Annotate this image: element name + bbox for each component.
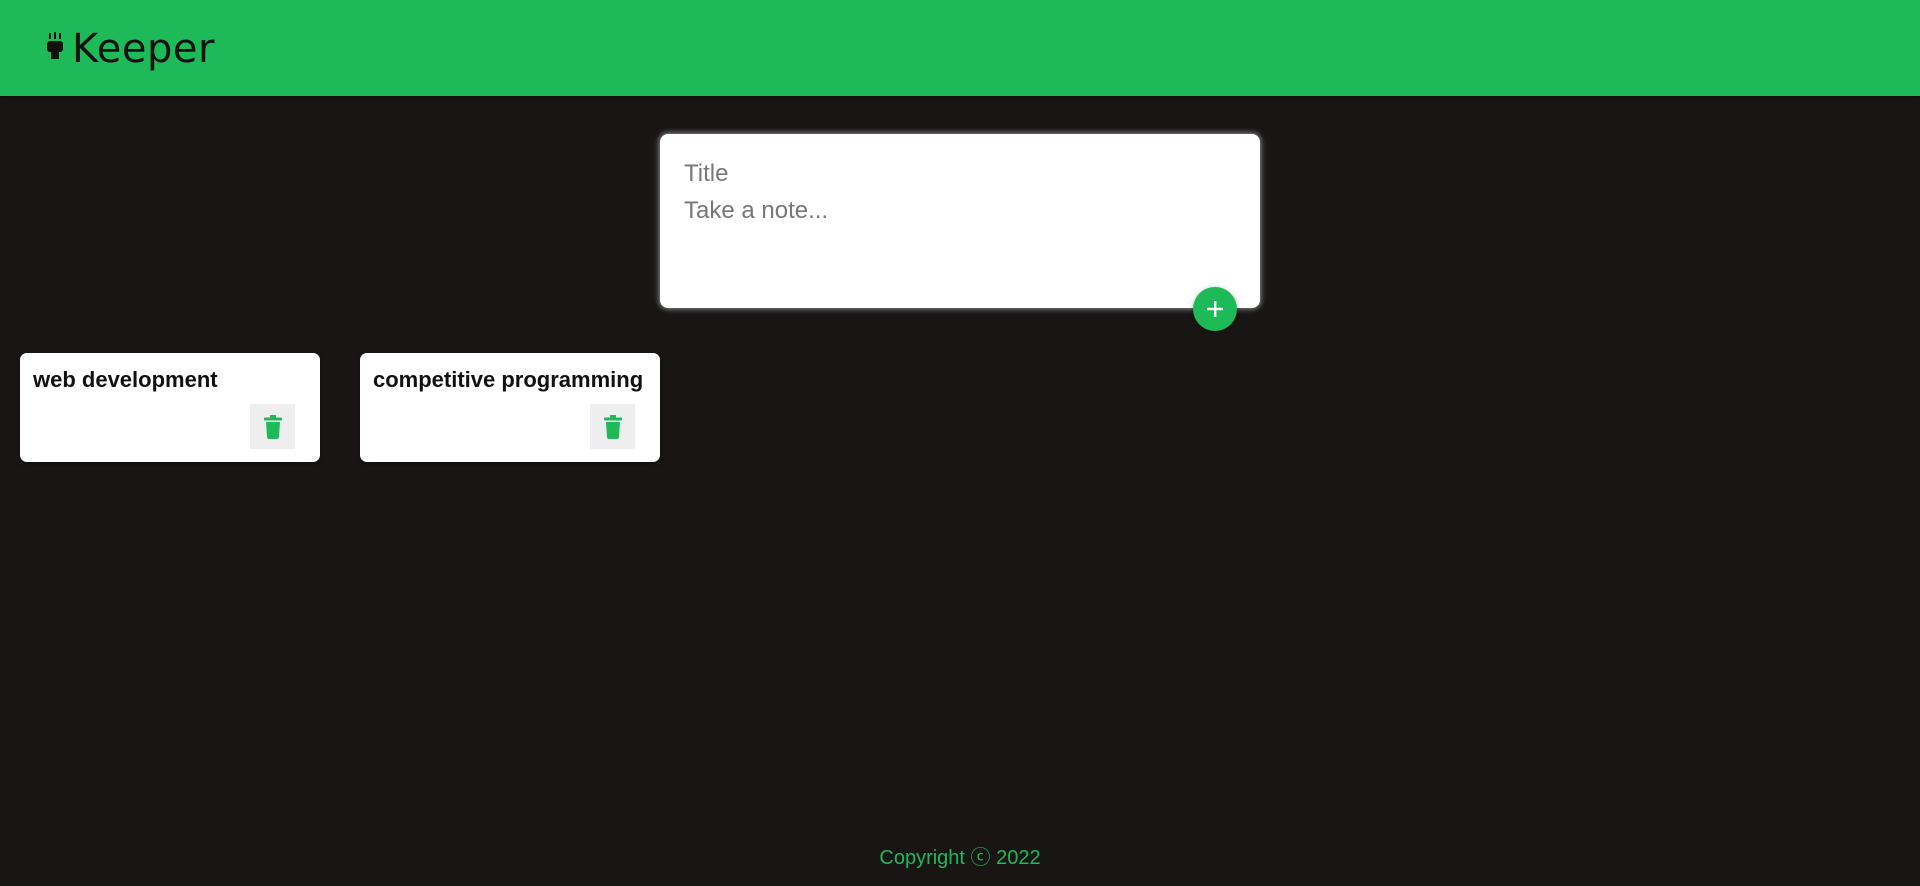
delete-note-button[interactable]: [250, 404, 295, 449]
trash-icon: [263, 414, 282, 439]
note-card: web development: [20, 353, 320, 462]
note-title-input[interactable]: [684, 158, 1234, 190]
brand: Keeper: [44, 22, 215, 76]
delete-note-button[interactable]: [590, 404, 635, 449]
create-note-form: [660, 134, 1260, 308]
brand-name: Keeper: [72, 26, 215, 72]
footer: Copyright ⓒ 2022: [0, 841, 1920, 870]
note-title: competitive programming: [373, 367, 644, 392]
plus-icon: [1204, 298, 1226, 320]
note-content-input[interactable]: [684, 196, 1234, 286]
note-title: web development: [33, 367, 218, 392]
copyright-text: Copyright ⓒ 2022: [879, 847, 1041, 869]
note-card: competitive programming: [360, 353, 660, 462]
lightbulb-icon: [44, 32, 66, 66]
app-header: Keeper: [0, 0, 1920, 96]
add-note-button[interactable]: [1193, 287, 1237, 331]
trash-icon: [603, 414, 622, 439]
